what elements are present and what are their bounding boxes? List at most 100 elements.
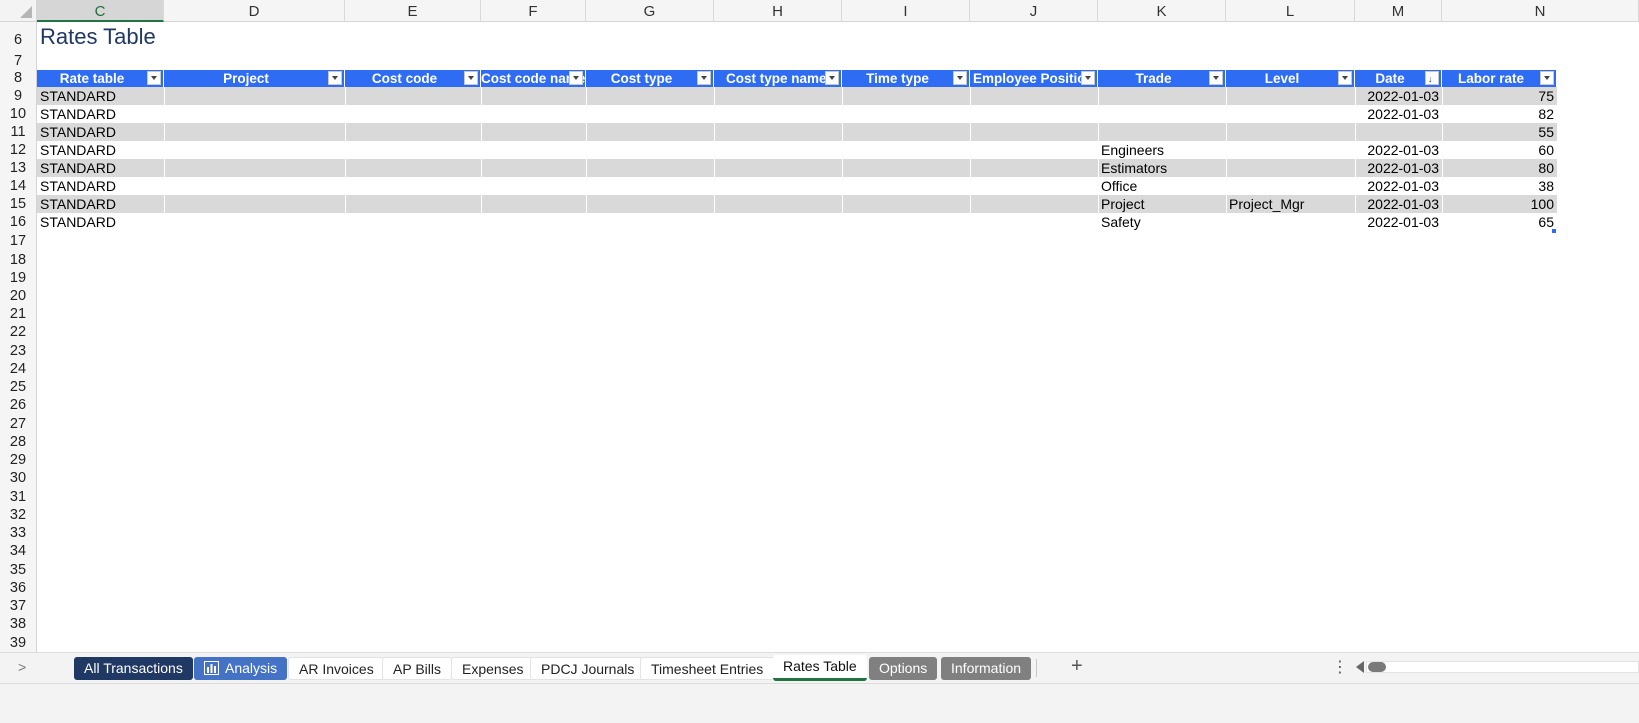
filter-dropdown-icon[interactable] [569, 71, 583, 85]
table-header-date[interactable]: Date [1355, 70, 1442, 87]
column-header-e[interactable]: E [345, 0, 481, 22]
horizontal-scrollbar[interactable] [1366, 661, 1639, 673]
row-header[interactable]: 19 [0, 268, 37, 286]
scrollbar-thumb[interactable] [1368, 662, 1386, 672]
date-cell[interactable]: 2022-01-03 [1355, 177, 1442, 195]
labor-rate-cell[interactable]: 75 [1442, 87, 1557, 105]
tab-ap-bills[interactable]: AP Bills [382, 657, 452, 680]
row-header[interactable]: 14 [0, 177, 37, 195]
row-header[interactable]: 37 [0, 596, 37, 614]
row-header[interactable]: 17 [0, 231, 37, 250]
column-header-i[interactable]: I [842, 0, 970, 22]
more-options-icon[interactable]: ⋮ [1332, 657, 1348, 677]
row-header[interactable]: 11 [0, 123, 37, 141]
row-header[interactable]: 28 [0, 432, 37, 450]
table-row[interactable]: STANDARD 2022-01-03 75 [37, 87, 1557, 105]
filter-dropdown-icon[interactable] [1209, 71, 1223, 85]
row-header[interactable]: 32 [0, 505, 37, 523]
row-header[interactable]: 8 [0, 70, 37, 87]
date-cell[interactable]: 2022-01-03 [1355, 105, 1442, 123]
rate-table-cell[interactable]: STANDARD [37, 213, 164, 231]
page-title[interactable]: Rates Table [40, 24, 156, 50]
row-header[interactable]: 20 [0, 286, 37, 304]
column-header-j[interactable]: J [970, 0, 1098, 22]
trade-cell[interactable]: Project [1098, 195, 1226, 213]
row-header[interactable]: 18 [0, 250, 37, 268]
date-cell[interactable] [1355, 123, 1442, 141]
trade-cell[interactable]: Estimators [1098, 159, 1226, 177]
labor-rate-cell[interactable]: 80 [1442, 159, 1557, 177]
date-cell[interactable]: 2022-01-03 [1355, 213, 1442, 231]
row-header[interactable]: 7 [0, 52, 37, 70]
scroll-left-icon[interactable] [1356, 661, 1364, 673]
row-header[interactable]: 23 [0, 341, 37, 359]
filter-dropdown-icon[interactable] [697, 71, 711, 85]
tab-all-transactions[interactable]: All Transactions [74, 657, 193, 680]
row-header[interactable]: 24 [0, 359, 37, 377]
table-row[interactable]: STANDARD 2022-01-03 82 [37, 105, 1557, 123]
filter-dropdown-icon[interactable] [953, 71, 967, 85]
table-header-cost-type-name[interactable]: Cost type name [714, 70, 842, 87]
chevron-right-icon[interactable]: > [18, 659, 26, 675]
labor-rate-cell[interactable]: 65 [1442, 213, 1557, 231]
table-header-labor-rate[interactable]: Labor rate [1442, 70, 1557, 87]
row-header[interactable]: 35 [0, 560, 37, 578]
column-header-l[interactable]: L [1226, 0, 1355, 22]
labor-rate-cell[interactable]: 38 [1442, 177, 1557, 195]
row-header[interactable]: 13 [0, 159, 37, 177]
table-header-time-type[interactable]: Time type [842, 70, 970, 87]
date-cell[interactable]: 2022-01-03 [1355, 141, 1442, 159]
level-cell[interactable] [1226, 213, 1355, 231]
row-header[interactable]: 16 [0, 213, 37, 231]
row-header[interactable]: 10 [0, 105, 37, 123]
tab-expenses[interactable]: Expenses [451, 657, 535, 680]
table-row[interactable]: STANDARD Office 2022-01-03 38 [37, 177, 1557, 195]
row-header[interactable]: 39 [0, 633, 37, 652]
filter-dropdown-icon[interactable] [147, 71, 161, 85]
date-cell[interactable]: 2022-01-03 [1355, 87, 1442, 105]
table-row[interactable]: STANDARD Engineers 2022-01-03 60 [37, 141, 1557, 159]
column-header-c[interactable]: C [37, 0, 164, 22]
column-header-n[interactable]: N [1442, 0, 1639, 22]
level-cell[interactable] [1226, 177, 1355, 195]
table-header-employee-position[interactable]: Employee Position [970, 70, 1098, 87]
table-resize-handle[interactable] [1552, 229, 1556, 233]
labor-rate-cell[interactable]: 55 [1442, 123, 1557, 141]
table-header-rate-table[interactable]: Rate table [37, 70, 164, 87]
table-header-project[interactable]: Project [164, 70, 345, 87]
filter-dropdown-icon[interactable] [328, 71, 342, 85]
column-header-h[interactable]: H [714, 0, 842, 22]
trade-cell[interactable] [1098, 87, 1226, 105]
level-cell[interactable] [1226, 87, 1355, 105]
filter-dropdown-icon[interactable] [464, 71, 478, 85]
filter-dropdown-icon[interactable] [825, 71, 839, 85]
table-header-cost-code[interactable]: Cost code [345, 70, 481, 87]
table-row[interactable]: STANDARD 55 [37, 123, 1557, 141]
row-header[interactable]: 34 [0, 541, 37, 560]
trade-cell[interactable] [1098, 105, 1226, 123]
row-header[interactable]: 33 [0, 523, 37, 541]
filter-dropdown-icon[interactable] [1338, 71, 1352, 85]
table-header-cost-code-name[interactable]: Cost code name [481, 70, 586, 87]
select-all-corner[interactable] [0, 0, 37, 22]
rate-table-cell[interactable]: STANDARD [37, 177, 164, 195]
table-header-trade[interactable]: Trade [1098, 70, 1226, 87]
column-header-m[interactable]: M [1355, 0, 1442, 22]
column-header-d[interactable]: D [164, 0, 345, 22]
sort-descending-icon[interactable] [1425, 71, 1439, 85]
trade-cell[interactable] [1098, 123, 1226, 141]
table-header-level[interactable]: Level [1226, 70, 1355, 87]
column-header-f[interactable]: F [481, 0, 586, 22]
tab-analysis[interactable]: Analysis [194, 657, 288, 680]
filter-dropdown-icon[interactable] [1081, 71, 1095, 85]
trade-cell[interactable]: Safety [1098, 213, 1226, 231]
labor-rate-cell[interactable]: 82 [1442, 105, 1557, 123]
row-header[interactable]: 6 [0, 22, 37, 52]
table-row[interactable]: STANDARD Safety 2022-01-03 65 [37, 213, 1557, 231]
row-header[interactable]: 36 [0, 578, 37, 596]
column-header-g[interactable]: G [586, 0, 714, 22]
tab-information[interactable]: Information [941, 657, 1032, 680]
column-header-k[interactable]: K [1098, 0, 1226, 22]
tab-ar-invoices[interactable]: AR Invoices [288, 657, 385, 680]
level-cell[interactable] [1226, 105, 1355, 123]
